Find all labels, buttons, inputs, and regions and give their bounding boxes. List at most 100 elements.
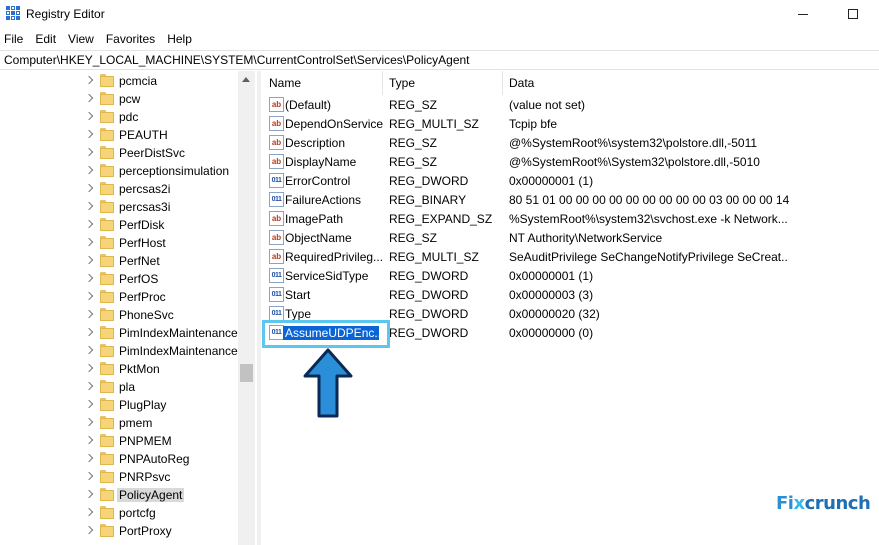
chevron-right-icon[interactable] [84,345,94,355]
chevron-right-icon[interactable] [84,381,94,391]
value-row[interactable]: ab (Default) REG_SZ (value not set) [261,95,879,114]
chevron-right-icon[interactable] [84,363,94,373]
tree-item-label: PNPMEM [119,434,172,448]
value-row[interactable]: 011 ServiceSidType REG_DWORD 0x00000001 (1) [261,266,879,285]
value-row[interactable]: 011 ErrorControl REG_DWORD 0x00000001 (1) [261,171,879,190]
tree-item[interactable]: PEAUTH [0,126,240,144]
tree-item[interactable]: pcw [0,90,240,108]
menu-help[interactable]: Help [162,29,199,49]
tree-item[interactable]: PerfOS [0,270,240,288]
tree-item[interactable]: PNPMEM [0,432,240,450]
chevron-right-icon[interactable] [84,399,94,409]
column-divider[interactable] [502,71,503,95]
chevron-right-icon[interactable] [84,435,94,445]
value-name: ErrorControl [285,174,351,188]
chevron-right-icon[interactable] [84,417,94,427]
tree-item[interactable]: pmem [0,414,240,432]
chevron-right-icon[interactable] [84,201,94,211]
chevron-right-icon[interactable] [84,165,94,175]
value-row[interactable]: ab DependOnService REG_MULTI_SZ Tcpip bfe [261,114,879,133]
value-row[interactable]: ab ObjectName REG_SZ NT Authority\NetworkSe… [261,228,879,247]
chevron-right-icon[interactable] [84,507,94,517]
scroll-thumb[interactable] [240,364,253,382]
chevron-right-icon[interactable] [84,525,94,535]
value-row[interactable]: 011 Start REG_DWORD 0x00000003 (3) [261,285,879,304]
tree-item[interactable]: portcfg [0,504,240,522]
folder-icon [100,254,114,267]
folder-icon [100,236,114,249]
tree-item[interactable]: pdc [0,108,240,126]
column-type[interactable]: Type [389,76,415,90]
tree-item[interactable]: PimIndexMaintenance [0,324,240,342]
tree-item[interactable]: perceptionsimulation [0,162,240,180]
string-value-icon: ab [269,97,284,112]
folder-icon [100,416,114,429]
chevron-right-icon[interactable] [84,309,94,319]
value-row[interactable]: ab Description REG_SZ @%SystemRoot%\system3… [261,133,879,152]
tree-item[interactable]: pla [0,378,240,396]
tree-item-label: portcfg [119,506,156,520]
tree-item[interactable]: PerfHost [0,234,240,252]
chevron-right-icon[interactable] [84,327,94,337]
menu-view[interactable]: View [63,29,101,49]
string-value-icon: ab [269,211,284,226]
value-data: (value not set) [509,98,586,112]
chevron-right-icon[interactable] [84,237,94,247]
scroll-up-icon[interactable] [242,77,250,82]
chevron-right-icon[interactable] [84,183,94,193]
list-header: Name Type Data [261,71,879,95]
value-row[interactable]: 011 FailureActions REG_BINARY 80 51 01 00 0… [261,190,879,209]
minimize-button[interactable] [780,0,826,28]
tree-item[interactable]: PlugPlay [0,396,240,414]
menu-file[interactable]: File [0,29,30,49]
chevron-right-icon[interactable] [84,75,94,85]
menu-edit[interactable]: Edit [30,29,63,49]
tree-item[interactable]: PimIndexMaintenance [0,342,240,360]
chevron-right-icon[interactable] [84,471,94,481]
tree-item[interactable]: PNRPsvc [0,468,240,486]
value-row[interactable]: ab DisplayName REG_SZ @%SystemRoot%\System3… [261,152,879,171]
value-data: Tcpip bfe [509,117,558,131]
tree-item[interactable]: PhoneSvc [0,306,240,324]
tree-item[interactable]: PerfProc [0,288,240,306]
tree-item-label: percsas2i [119,182,171,196]
tree-item[interactable]: PNPAutoReg [0,450,240,468]
folder-icon [100,110,114,123]
tree-item[interactable]: percsas3i [0,198,240,216]
tree-item[interactable]: percsas2i [0,180,240,198]
string-value-icon: ab [269,135,284,150]
chevron-right-icon[interactable] [84,147,94,157]
tree-item[interactable]: PeerDistSvc [0,144,240,162]
chevron-right-icon[interactable] [84,291,94,301]
menu-favorites[interactable]: Favorites [101,29,162,49]
chevron-right-icon[interactable] [84,93,94,103]
tree-item[interactable]: PortProxy [0,522,240,540]
column-name[interactable]: Name [269,76,301,90]
tree-scrollbar[interactable] [238,71,255,545]
address-bar[interactable]: Computer\HKEY_LOCAL_MACHINE\SYSTEM\Curre… [0,50,879,70]
tree-item[interactable]: pcmcia [0,72,240,90]
maximize-button[interactable] [830,0,876,28]
chevron-right-icon[interactable] [84,489,94,499]
value-row[interactable]: ab ImagePath REG_EXPAND_SZ %SystemRoot%\sys… [261,209,879,228]
tree-item-label: PerfProc [119,290,166,304]
tree-item[interactable]: PolicyAgent [0,486,240,504]
tree-item-label: pdc [119,110,139,124]
chevron-right-icon[interactable] [84,219,94,229]
tree-item-label: percsas3i [119,200,171,214]
value-data: 0x00000001 (1) [509,174,594,188]
folder-icon [100,218,114,231]
chevron-right-icon[interactable] [84,255,94,265]
chevron-right-icon[interactable] [84,453,94,463]
tree-item[interactable]: PktMon [0,360,240,378]
value-data: 80 51 01 00 00 00 00 00 00 00 00 00 03 0… [509,193,789,207]
chevron-right-icon[interactable] [84,273,94,283]
column-divider[interactable] [382,71,383,95]
column-data[interactable]: Data [509,76,534,90]
tree-item[interactable]: PerfDisk [0,216,240,234]
value-row[interactable]: ab RequiredPrivileg... REG_MULTI_SZ SeAudit… [261,247,879,266]
chevron-right-icon[interactable] [84,111,94,121]
chevron-right-icon[interactable] [84,129,94,139]
value-data: @%SystemRoot%\system32\polstore.dll,-501… [509,136,758,150]
tree-item[interactable]: PerfNet [0,252,240,270]
